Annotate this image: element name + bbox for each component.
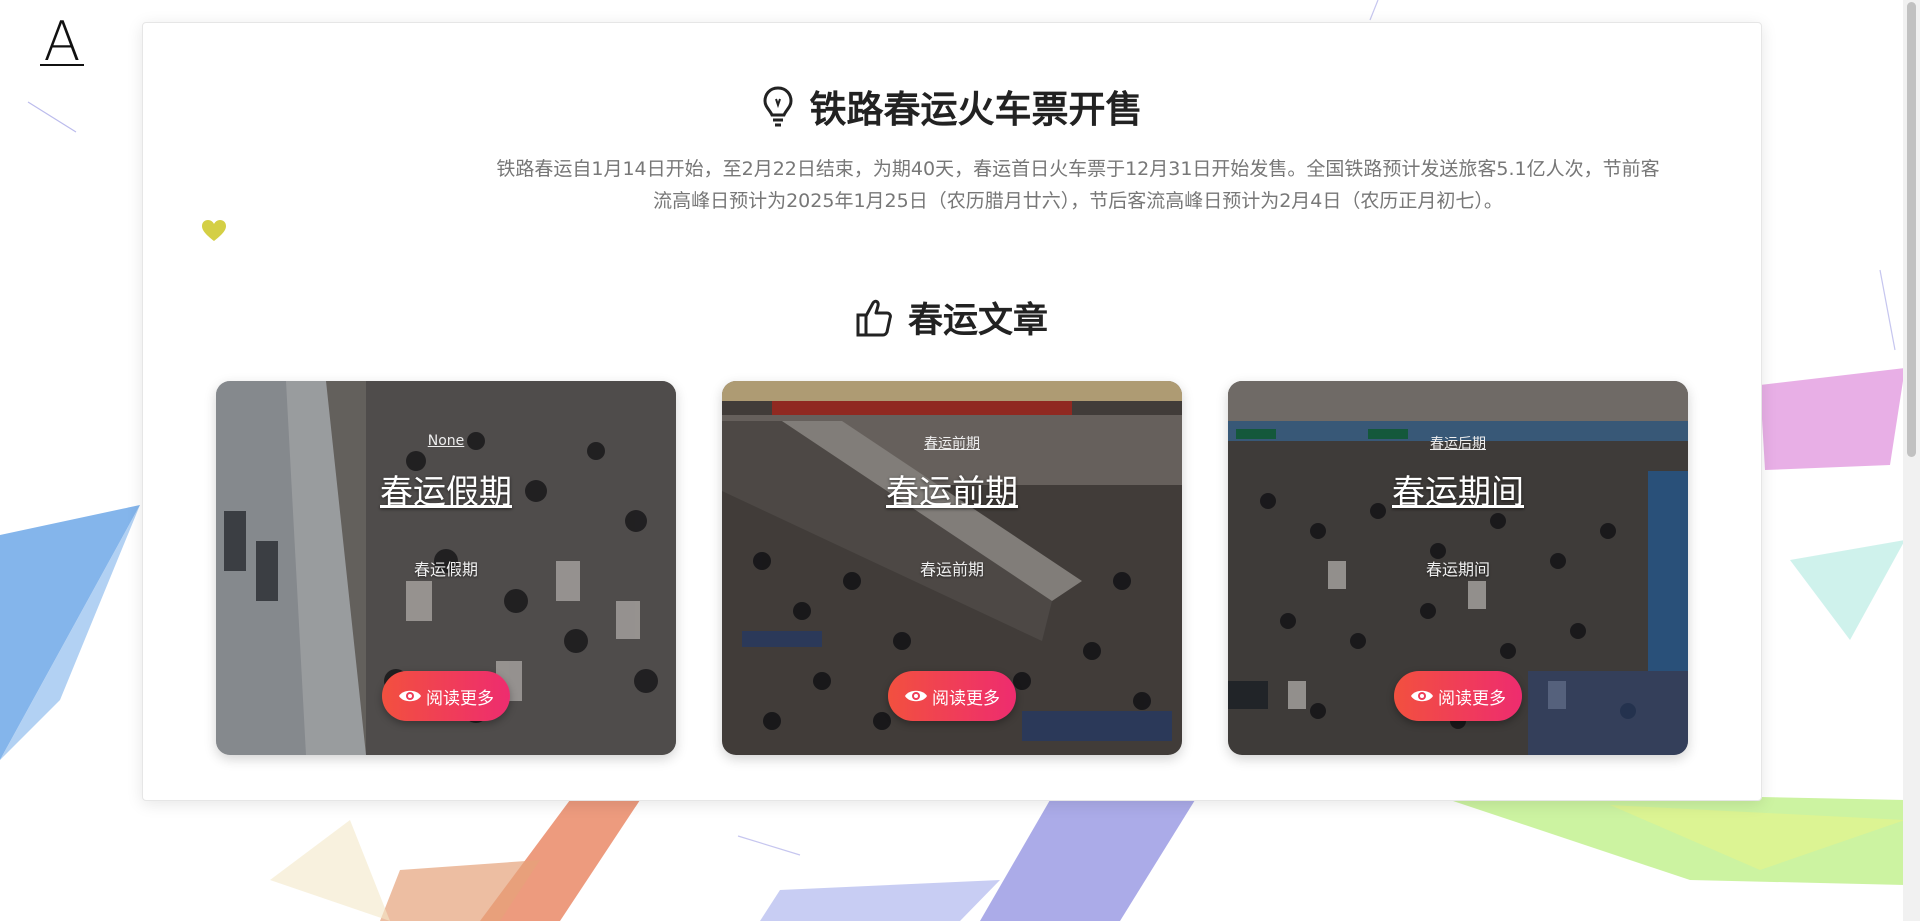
card-title[interactable]: 春运期间 <box>1228 465 1688 513</box>
intro-title-text: 铁路春运火车票开售 <box>809 88 1143 131</box>
eye-icon <box>1411 690 1433 702</box>
read-more-button[interactable]: 阅读更多 <box>382 671 510 721</box>
read-more-button[interactable]: 阅读更多 <box>888 671 1016 721</box>
article-card-1[interactable]: None 春运假期 春运假期 阅读更多 <box>216 381 676 755</box>
vertical-scrollbar[interactable] <box>1903 0 1920 921</box>
card-description: 春运期间 <box>1425 560 1490 579</box>
article-card-3[interactable]: 春运后期 春运期间 春运期间 阅读更多 <box>1228 381 1688 755</box>
logo-underline <box>40 64 84 66</box>
eye-icon <box>905 690 927 702</box>
read-more-label: 阅读更多 <box>932 688 1000 709</box>
eye-icon <box>399 690 421 702</box>
intro-line-1: 铁路春运自1月14日开始，至2月22日结束，为期40天，春运首日火车票于12月3… <box>496 158 1660 180</box>
article-card-2[interactable]: 春运前期 春运前期 春运前期 阅读更多 <box>722 381 1182 755</box>
card-title[interactable]: 春运前期 <box>722 465 1182 513</box>
thumbs-up-icon <box>856 299 892 337</box>
read-more-button[interactable]: 阅读更多 <box>1394 671 1522 721</box>
read-more-label: 阅读更多 <box>1438 688 1506 709</box>
card-category[interactable]: 春运前期 <box>722 433 1182 453</box>
card-category[interactable]: None <box>216 433 676 449</box>
card-description: 春运假期 <box>413 560 478 579</box>
card-description: 春运前期 <box>919 560 984 579</box>
read-more-label: 阅读更多 <box>426 688 494 709</box>
intro-title: 铁路春运火车票开售 <box>143 79 1761 133</box>
heart-icon <box>201 219 227 247</box>
intro-line-2: 流高峰日预计为2025年1月25日（农历腊月廿六），节后客流高峰日预计为2月4日… <box>653 190 1503 212</box>
articles-title: 春运文章 <box>143 292 1761 343</box>
content-panel: 铁路春运火车票开售 铁路春运自1月14日开始，至2月22日结束，为期40天，春运… <box>142 22 1762 801</box>
card-title[interactable]: 春运假期 <box>216 465 676 513</box>
card-category[interactable]: 春运后期 <box>1228 433 1688 453</box>
lightbulb-icon <box>762 85 794 127</box>
intro-paragraph: 铁路春运自1月14日开始，至2月22日结束，为期40天，春运首日火车票于12月3… <box>443 153 1713 217</box>
articles-title-text: 春运文章 <box>907 301 1048 341</box>
logo[interactable]: A <box>36 15 88 69</box>
scrollbar-thumb[interactable] <box>1907 2 1916 457</box>
